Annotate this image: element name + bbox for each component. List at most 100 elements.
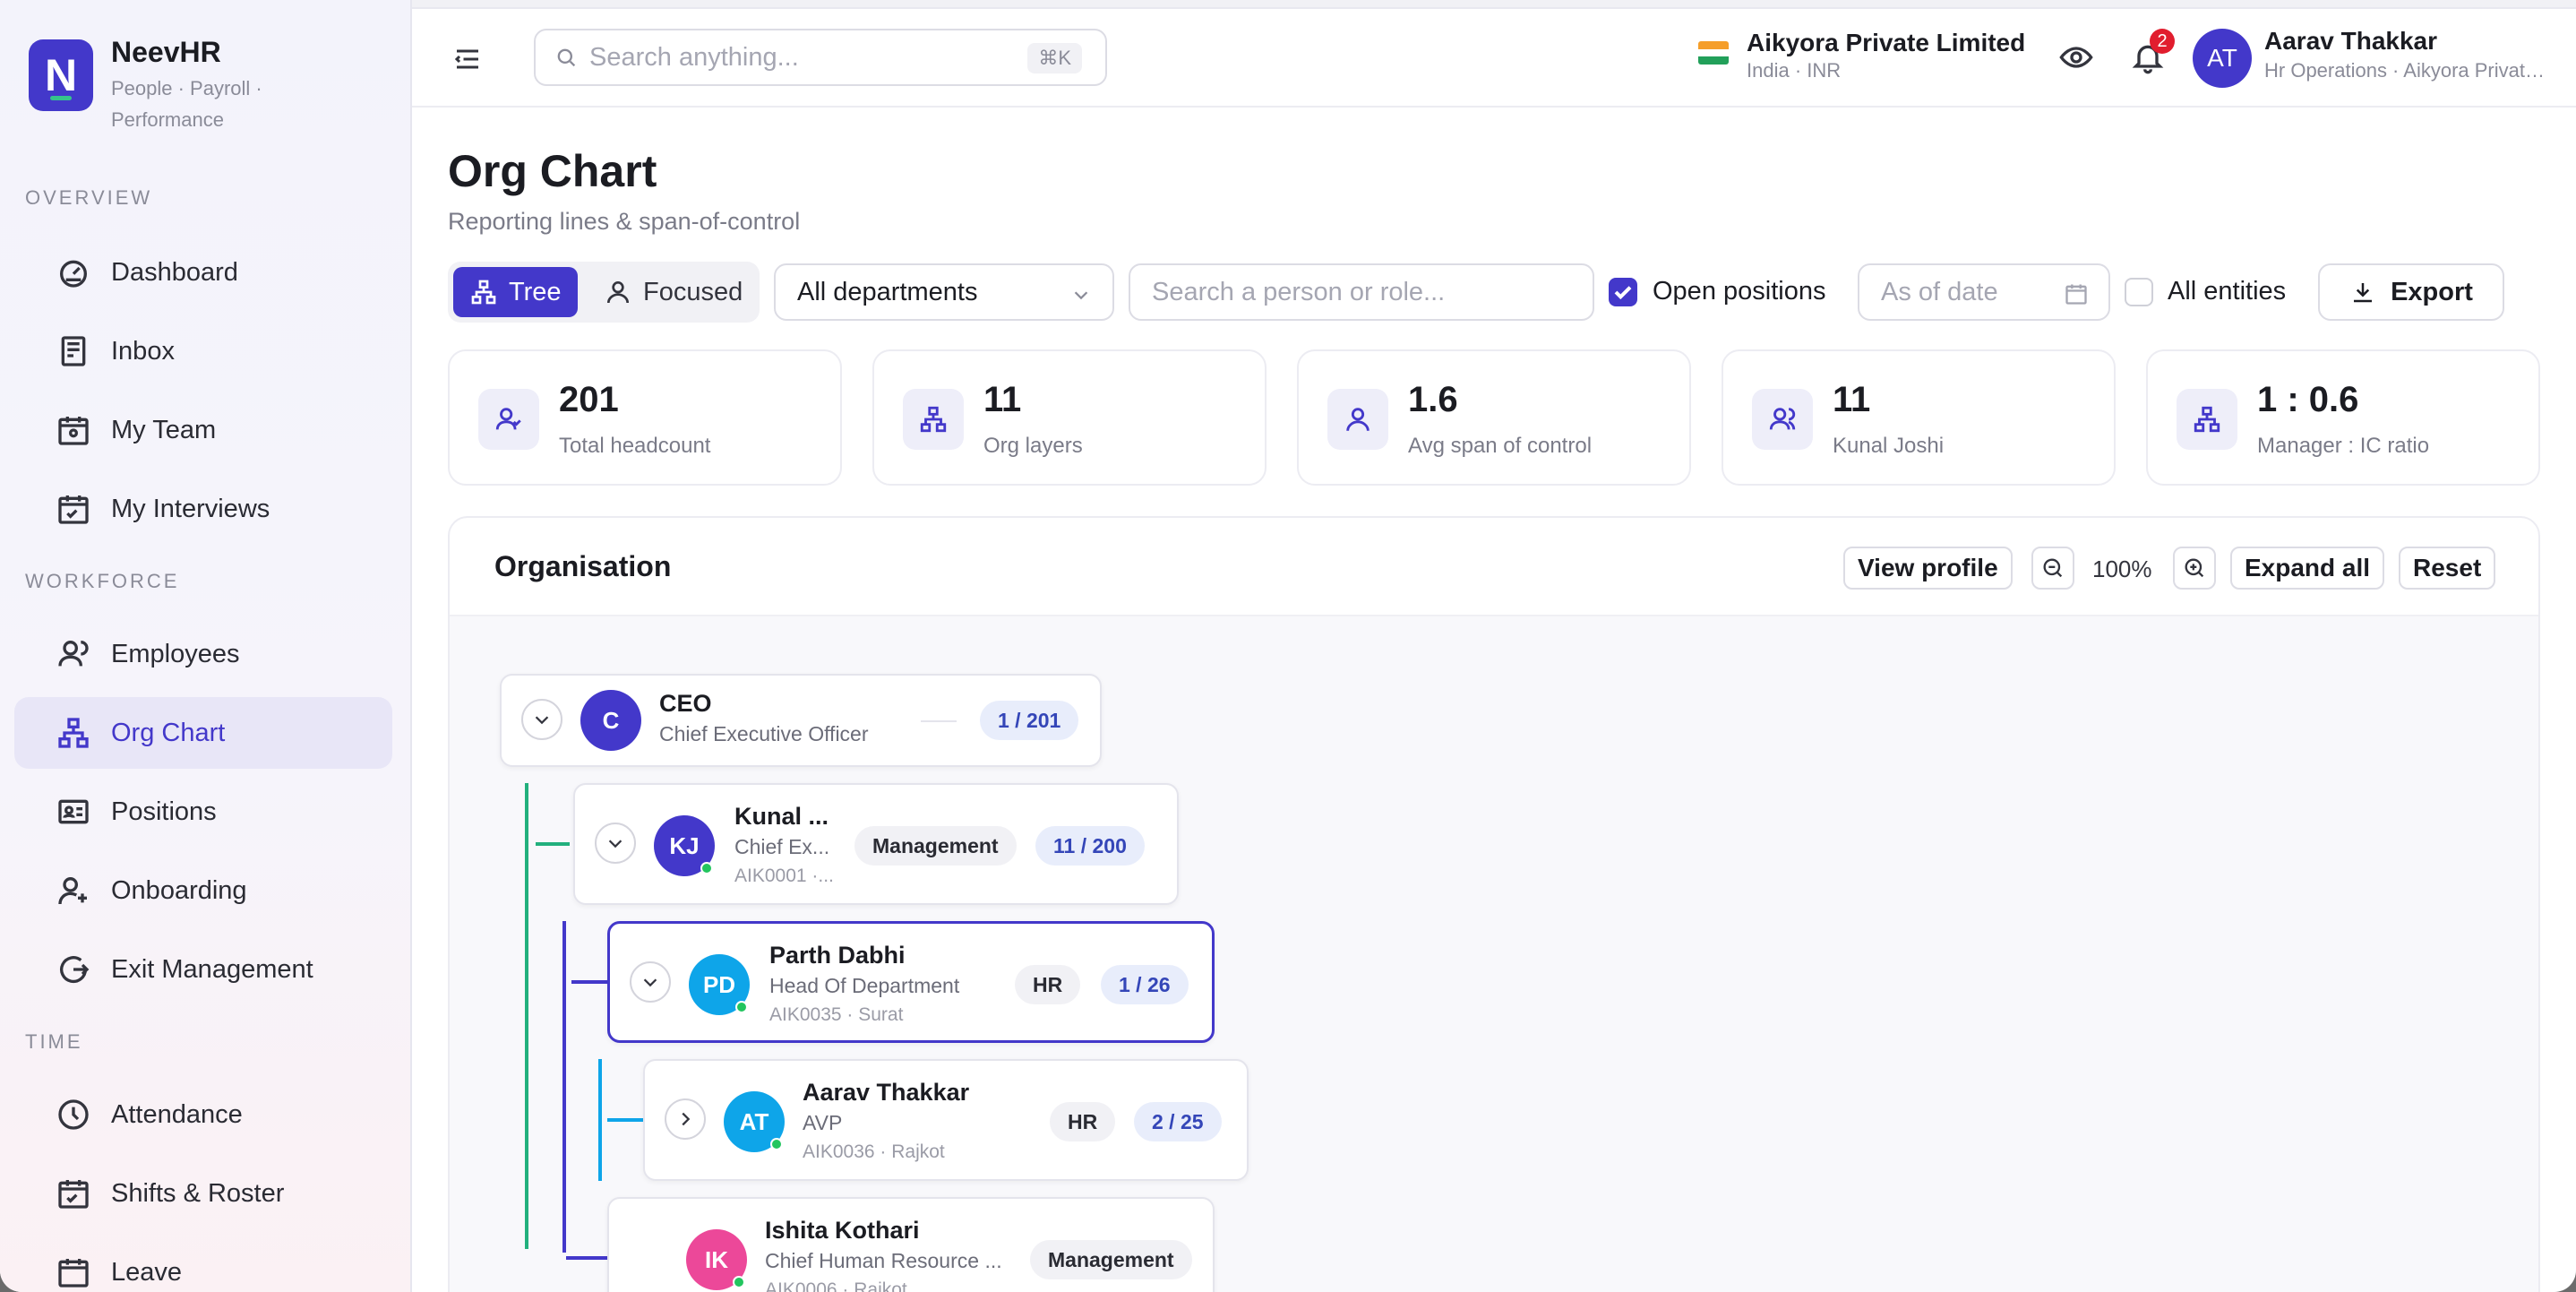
search-placeholder: Search anything... — [589, 42, 799, 72]
download-icon — [2354, 283, 2373, 303]
search-icon — [557, 48, 576, 67]
calendar-check-icon — [58, 1180, 89, 1209]
page-title: Org Chart — [448, 146, 657, 196]
people-icon — [1769, 408, 1796, 430]
org-node[interactable]: IK Ishita Kothari Chief Human Resource .… — [607, 1197, 1215, 1292]
person-search-input[interactable]: Search a person or role... — [1129, 263, 1594, 321]
online-status-dot — [733, 1276, 745, 1288]
all-entities-checkbox[interactable] — [2125, 278, 2153, 306]
reset-button[interactable]: Reset — [2399, 547, 2496, 590]
sidebar-item-employees[interactable]: Employees — [14, 618, 392, 690]
user-avatar[interactable]: AT — [2193, 29, 2252, 88]
org-node-selected[interactable]: PD Parth Dabhi Head Of Department AIK003… — [607, 921, 1215, 1043]
online-status-dot — [700, 862, 713, 874]
node-role: Chief Ex... — [734, 835, 830, 858]
sidebar-item-onboarding[interactable]: Onboarding — [14, 855, 392, 926]
open-positions-label[interactable]: Open positions — [1653, 277, 1825, 306]
sidebar-item-exit-management[interactable]: Exit Management — [14, 934, 392, 1005]
node-name: Aarav Thakkar — [803, 1079, 970, 1106]
chevron-down-icon — [535, 716, 549, 725]
panel-header: Organisation View profile 100% Expand al… — [450, 518, 2538, 616]
sidebar-item-shifts-roster[interactable]: Shifts & Roster — [14, 1158, 392, 1229]
person-icon — [607, 281, 629, 304]
connector-line — [536, 842, 570, 846]
connector-line — [571, 980, 609, 984]
layers-icon — [920, 406, 947, 433]
section-label-overview: OVERVIEW — [25, 186, 153, 209]
sidebar-item-my-team[interactable]: My Team — [14, 394, 392, 466]
chevron-right-icon — [682, 1112, 691, 1126]
as-of-date-input[interactable]: As of date — [1858, 263, 2110, 321]
org-node[interactable]: C CEO Chief Executive Officer 1 / 201 — [500, 674, 1102, 767]
sidebar-item-dashboard[interactable]: Dashboard — [14, 237, 392, 308]
connector-line — [607, 1118, 645, 1122]
org-region: India · INR — [1747, 59, 1842, 82]
node-meta: AIK0006 · Rajkot — [765, 1279, 907, 1292]
id-card-icon — [58, 799, 89, 824]
stat-card-headcount: 201 Total headcount — [448, 349, 842, 486]
export-button[interactable]: Export — [2318, 263, 2504, 321]
eye-icon[interactable] — [2058, 39, 2094, 75]
zoom-in-button[interactable] — [2173, 547, 2216, 590]
sidebar-toggle-icon[interactable] — [451, 43, 484, 75]
brand[interactable]: N NeevHR People · Payroll · Performance — [29, 36, 290, 135]
avatar: KJ — [654, 815, 715, 876]
org-tree-canvas[interactable]: C CEO Chief Executive Officer 1 / 201 KJ… — [450, 616, 2538, 1292]
sidebar-item-org-chart[interactable]: Org Chart — [14, 697, 392, 769]
org-switcher[interactable]: Aikyora Private Limited India · INR — [1698, 29, 2025, 82]
user-name: Aarav Thakkar — [2264, 27, 2438, 55]
stat-value: 11 — [1833, 380, 1871, 419]
avatar: PD — [689, 954, 750, 1015]
connector-line — [525, 783, 528, 1249]
employees-icon — [58, 641, 89, 667]
chevron-down-icon — [608, 840, 623, 848]
stat-label: Avg span of control — [1408, 434, 1593, 458]
stat-value: 1 : 0.6 — [2257, 380, 2359, 419]
org-node[interactable]: AT Aarav Thakkar AVP AIK0036 · Rajkot HR… — [643, 1059, 1249, 1181]
zoom-level: 100% — [2092, 556, 2152, 582]
node-name: CEO — [659, 690, 712, 717]
node-meta: AIK0035 · Surat — [769, 1004, 904, 1025]
user-plus-icon — [58, 877, 87, 905]
expand-all-button[interactable]: Expand all — [2230, 547, 2385, 590]
exit-icon — [60, 956, 90, 984]
avatar: AT — [724, 1091, 785, 1152]
zoom-in-icon — [2185, 558, 2204, 578]
view-profile-button[interactable]: View profile — [1843, 547, 2013, 590]
sidebar-item-attendance[interactable]: Attendance — [14, 1079, 392, 1150]
node-name: Ishita Kothari — [765, 1217, 920, 1244]
user-menu[interactable]: Aarav Thakkar Hr Operations · Aikyora Pr… — [2264, 27, 2551, 82]
sidebar-item-leave[interactable]: Leave — [14, 1236, 392, 1292]
node-meta: AIK0036 · Rajkot — [803, 1141, 945, 1162]
node-name: Kunal ... — [734, 803, 829, 830]
sidebar-item-inbox[interactable]: Inbox — [14, 315, 392, 387]
sidebar-item-positions[interactable]: Positions — [14, 776, 392, 848]
stat-card-span-of-control: 1.6 Avg span of control — [1297, 349, 1691, 486]
department-select[interactable]: All departments — [774, 263, 1114, 321]
global-search-input[interactable]: Search anything... ⌘K — [534, 29, 1107, 86]
node-meta: AIK0001 ·... — [734, 866, 834, 886]
chevron-down-icon — [1074, 291, 1088, 300]
collapse-toggle[interactable] — [630, 961, 671, 1003]
checkmark-icon — [1614, 286, 1632, 300]
all-entities-label[interactable]: All entities — [2168, 277, 2286, 306]
brand-tagline: People · Payroll · Performance — [111, 77, 262, 131]
collapse-toggle[interactable] — [595, 823, 636, 864]
interviews-icon — [58, 495, 89, 524]
tree-view-button[interactable]: Tree — [453, 267, 578, 317]
department-badge: Management — [854, 826, 1017, 866]
department-badge: Management — [1030, 1240, 1192, 1279]
panel-title: Organisation — [494, 550, 672, 582]
connector-line — [562, 921, 566, 1253]
stat-value: 11 — [983, 380, 1022, 419]
zoom-out-button[interactable] — [2031, 547, 2074, 590]
collapse-toggle[interactable] — [521, 699, 562, 740]
open-positions-checkbox[interactable] — [1609, 278, 1637, 306]
search-shortcut-badge: ⌘K — [1027, 43, 1082, 73]
span-count-badge: 1 / 26 — [1101, 965, 1189, 1004]
stat-label: Org layers — [983, 434, 1083, 458]
org-node[interactable]: KJ Kunal ... Chief Ex... AIK0001 ·... Ma… — [573, 783, 1179, 905]
sidebar-item-my-interviews[interactable]: My Interviews — [14, 473, 392, 545]
expand-toggle[interactable] — [665, 1098, 706, 1140]
focused-view-button[interactable]: Focused — [588, 267, 759, 317]
